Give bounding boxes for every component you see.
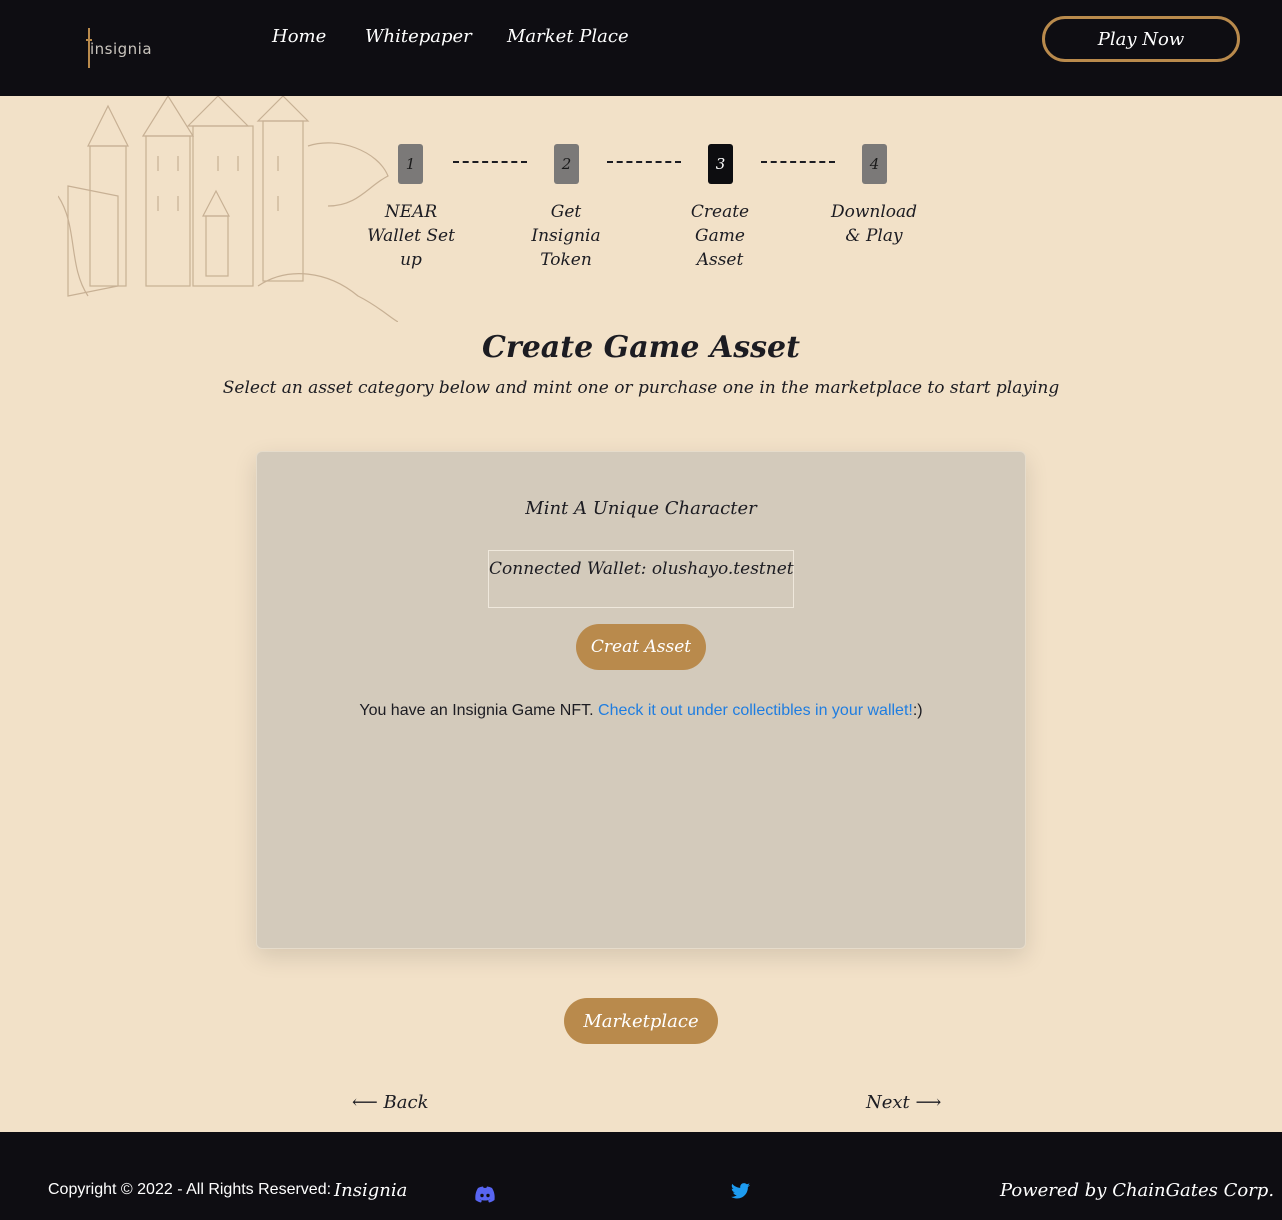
page-subtitle: Select an asset category below and mint … xyxy=(222,378,1060,398)
step-2-badge[interactable]: 2 xyxy=(554,144,579,184)
create-asset-button[interactable]: Creat Asset xyxy=(576,624,706,670)
nav-home[interactable]: Home xyxy=(272,26,326,47)
logo-text: insignia xyxy=(90,40,153,58)
step-4-label: Download & Play xyxy=(830,202,918,246)
nav-whitepaper[interactable]: Whitepaper xyxy=(365,26,472,47)
nft-notice-suffix: :) xyxy=(912,702,923,719)
back-link[interactable]: ⟵ Back xyxy=(352,1092,428,1113)
nft-notice: You have an Insignia Game NFT. Check it … xyxy=(257,702,1025,720)
mint-card: Mint A Unique Character Connected Wallet… xyxy=(256,451,1026,949)
step-4-badge[interactable]: 4 xyxy=(862,144,887,184)
connected-wallet-box: Connected Wallet: olushayo.testnet xyxy=(488,550,794,608)
site-header: insignia Home Whitepaper Market Place Pl… xyxy=(0,0,1282,96)
step-connector xyxy=(607,161,681,163)
marketplace-button[interactable]: Marketplace xyxy=(564,998,718,1044)
discord-icon[interactable] xyxy=(474,1186,496,1204)
footer-brand: Insignia xyxy=(334,1180,408,1201)
next-link[interactable]: Next ⟶ xyxy=(866,1092,941,1113)
powered-by-text: Powered by ChainGates Corp. xyxy=(1000,1180,1275,1201)
step-3-badge[interactable]: 3 xyxy=(708,144,733,184)
step-connector xyxy=(761,161,835,163)
twitter-icon[interactable] xyxy=(729,1182,751,1202)
nav-market-place[interactable]: Market Place xyxy=(507,26,629,47)
copyright-text: Copyright © 2022 - All Rights Reserved: xyxy=(48,1181,332,1198)
castle-illustration xyxy=(58,96,398,322)
site-footer: Copyright © 2022 - All Rights Reserved: … xyxy=(0,1132,1282,1220)
page-title: Create Game Asset xyxy=(482,330,800,365)
insignia-logo[interactable]: insignia xyxy=(84,28,164,68)
step-2-label: Get Insignia Token xyxy=(531,202,601,270)
step-connector xyxy=(453,161,527,163)
step-1-badge[interactable]: 1 xyxy=(398,144,423,184)
play-now-button[interactable]: Play Now xyxy=(1042,16,1240,62)
step-3-label: Create Game Asset xyxy=(690,202,750,270)
card-title: Mint A Unique Character xyxy=(525,498,757,519)
nft-notice-text: You have an Insignia Game NFT. xyxy=(359,702,599,719)
collectibles-link[interactable]: Check it out under collectibles in your … xyxy=(598,702,913,719)
step-1-label: NEAR Wallet Set up xyxy=(367,202,455,270)
